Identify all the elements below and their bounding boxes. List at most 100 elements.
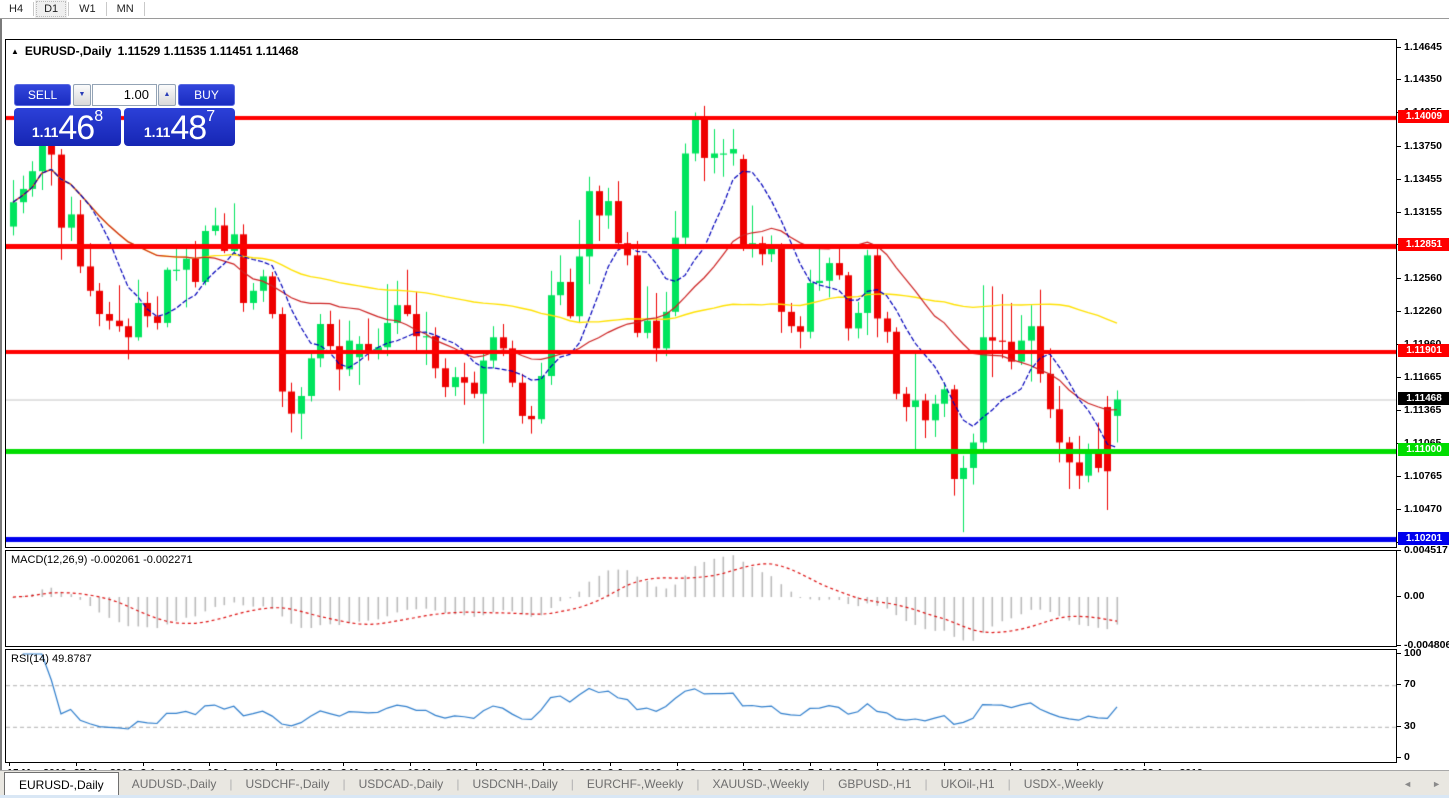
collapse-icon[interactable]: ▲ (11, 47, 19, 56)
price-level-tag: 1.11468 (1398, 392, 1449, 405)
price-level-tag: 1.10201 (1398, 532, 1449, 545)
price-tick-label: 1.13455 (1404, 173, 1442, 185)
price-tick-label: 70 (1404, 678, 1416, 690)
price-tick-label: 100 (1404, 647, 1422, 659)
sell-button[interactable]: SELL (14, 84, 71, 106)
axis-tick-mark (743, 763, 744, 766)
toolbar-separator (33, 2, 34, 16)
chart-quote: 1.11529 1.11535 1.11451 1.11468 (118, 44, 299, 58)
chart-tab[interactable]: UKOil-,H1 (928, 771, 1008, 796)
toolbar-separator (144, 2, 145, 16)
axis-tick-mark (1397, 47, 1401, 48)
axis-tick-mark (1397, 311, 1401, 312)
axis-tick-mark (1397, 410, 1401, 411)
axis-tick-mark (276, 763, 277, 766)
axis-tick-mark (1397, 179, 1401, 180)
axis-tick-mark (410, 763, 411, 766)
chart-tab[interactable]: USDX-,Weekly (1011, 771, 1117, 796)
axis-tick-mark (1397, 278, 1401, 279)
chevron-down-icon: ▼ (79, 91, 86, 98)
macd-canvas[interactable] (6, 551, 1396, 646)
axis-tick-mark (1397, 550, 1401, 551)
price-tick-label: 1.11665 (1404, 371, 1441, 383)
axis-tick-mark (1397, 684, 1401, 685)
axis-tick-mark (810, 763, 811, 766)
axis-tick-mark (543, 763, 544, 766)
axis-tick-mark (9, 763, 10, 766)
chart-tab[interactable]: EURCHF-,Weekly (574, 771, 696, 796)
price-tick-label: 1.10765 (1404, 470, 1442, 482)
axis-tick-mark (1397, 377, 1401, 378)
axis-tick-mark (944, 763, 945, 766)
toolbar-separator (106, 2, 107, 16)
sell-price-display[interactable]: 1.11 46 8 (14, 108, 121, 146)
macd-label: MACD(12,26,9) -0.002061 -0.002271 (11, 554, 193, 566)
axis-tick-mark (1397, 653, 1401, 654)
axis-tick-mark (76, 763, 77, 766)
rsi-canvas[interactable] (6, 650, 1396, 762)
chart-tab[interactable]: XAUUSD-,Weekly (699, 771, 821, 796)
price-tick-label: 0 (1404, 751, 1410, 763)
price-level-tag: 1.11000 (1398, 443, 1449, 456)
axis-tick-mark (677, 763, 678, 766)
buy-price-prefix: 1.11 (144, 124, 170, 143)
axis-tick-mark (1397, 757, 1401, 758)
buy-price-big: 48 (170, 115, 206, 143)
axis-tick-mark (1397, 509, 1401, 510)
price-tick-label: 1.11365 (1404, 404, 1441, 416)
chart-tab[interactable]: AUDUSD-,Daily (119, 771, 230, 796)
sell-price-sup: 8 (94, 108, 103, 143)
sell-price-prefix: 1.11 (32, 124, 58, 143)
chart-tab-active[interactable]: EURUSD-,Daily (4, 772, 119, 796)
chart-tab[interactable]: USDCNH-,Daily (459, 771, 570, 796)
axis-tick-mark (1397, 726, 1401, 727)
axis-tick-mark (877, 763, 878, 766)
volume-input[interactable]: 1.00 (92, 84, 157, 106)
axis-tick-mark (1397, 79, 1401, 80)
price-level-tag: 1.14009 (1398, 110, 1449, 123)
axis-tick-mark (209, 763, 210, 766)
chart-tab[interactable]: USDCAD-,Daily (346, 771, 457, 796)
rsi-label: RSI(14) 49.8787 (11, 653, 92, 665)
price-tick-label: 0.004517 (1404, 544, 1448, 556)
timeframe-button-W1[interactable]: W1 (70, 0, 105, 18)
sell-price-big: 46 (58, 115, 94, 143)
timeframe-button-MN[interactable]: MN (108, 0, 143, 18)
price-tick-label: 1.13155 (1404, 206, 1442, 218)
price-tick-label: 1.14645 (1404, 41, 1442, 53)
price-tick-label: 1.10470 (1404, 503, 1442, 515)
toolbar-separator (68, 2, 69, 16)
chart-tab-bar: EURUSD-,DailyAUDUSD-,Daily|USDCHF-,Daily… (0, 770, 1449, 796)
price-chart-panel: ▲ EURUSD-,Daily 1.11529 1.11535 1.11451 … (5, 39, 1397, 548)
rsi-panel: RSI(14) 49.8787 (5, 649, 1397, 763)
timeframe-toolbar: H4D1W1MN (0, 0, 1449, 19)
axis-tick-mark (610, 763, 611, 766)
price-tick-label: 0.00 (1404, 590, 1424, 602)
buy-price-sup: 7 (206, 108, 215, 143)
price-tick-label: 30 (1404, 720, 1416, 732)
timeframe-button-D1[interactable]: D1 (35, 0, 67, 18)
chart-header: ▲ EURUSD-,Daily 1.11529 1.11535 1.11451 … (11, 44, 298, 58)
chart-window: ▲ EURUSD-,Daily 1.11529 1.11535 1.11451 … (0, 19, 1449, 770)
chart-tab[interactable]: GBPUSD-,H1 (825, 771, 924, 796)
axis-tick-mark (1397, 212, 1401, 213)
chart-tab[interactable]: USDCHF-,Daily (233, 771, 343, 796)
macd-panel: MACD(12,26,9) -0.002061 -0.002271 (5, 550, 1397, 647)
volume-increase-button[interactable]: ▲ (158, 84, 176, 106)
one-click-trading-panel: SELL ▼ 1.00 ▲ BUY 1.11 46 8 1.11 48 7 (14, 84, 235, 146)
axis-tick-mark (1397, 596, 1401, 597)
axis-tick-mark (1397, 476, 1401, 477)
axis-tick-mark (1010, 763, 1011, 766)
price-level-tag: 1.11901 (1398, 344, 1449, 357)
buy-price-display[interactable]: 1.11 48 7 (124, 108, 235, 146)
price-level-tag: 1.12851 (1398, 238, 1449, 251)
timeframe-button-H4[interactable]: H4 (0, 0, 32, 18)
volume-decrease-button[interactable]: ▼ (73, 84, 91, 106)
buy-button[interactable]: BUY (178, 84, 235, 106)
axis-tick-mark (1397, 645, 1401, 646)
axis-tick-mark (343, 763, 344, 766)
price-tick-label: 1.12560 (1404, 272, 1442, 284)
price-tick-label: 1.14350 (1404, 73, 1442, 85)
chart-title: EURUSD-,Daily (25, 44, 112, 58)
axis-tick-mark (476, 763, 477, 766)
